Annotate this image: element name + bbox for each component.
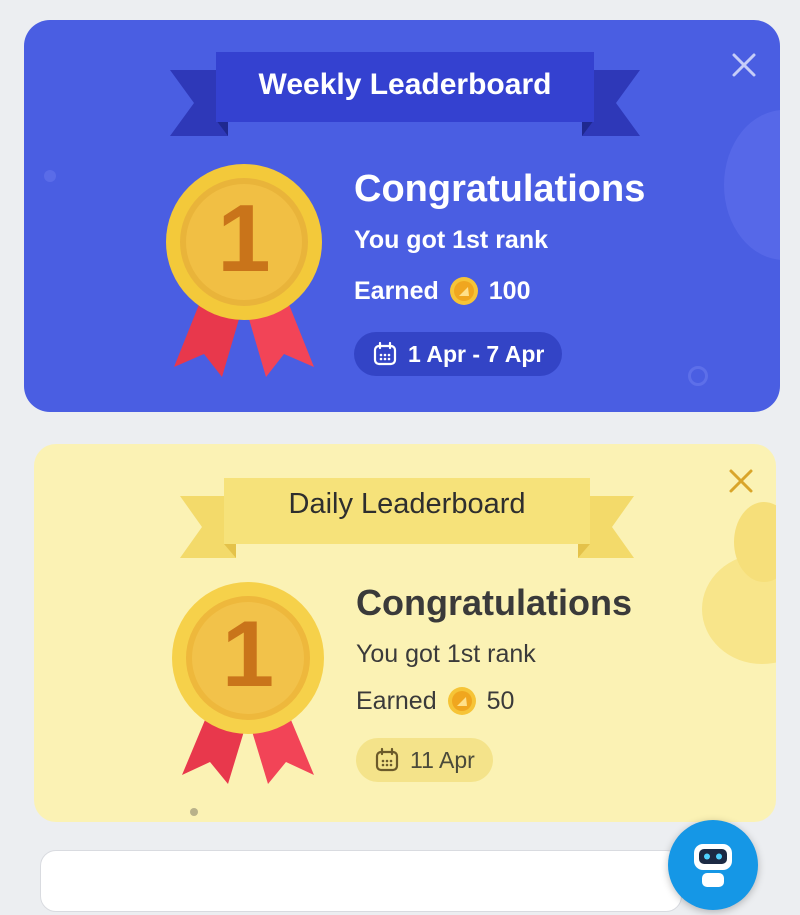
gold-medal-icon: 1 [168,580,328,788]
weekly-medal-rank: 1 [217,185,271,292]
weekly-earned-points: 100 [488,276,531,305]
decor-dot [44,170,56,182]
daily-date-pill: 11 Apr [356,738,493,782]
decor-balloon [724,110,780,260]
gold-medal-icon: 1 [164,162,324,382]
coin-icon [447,687,476,715]
weekly-banner-title: Weekly Leaderboard [258,68,552,101]
daily-earned-row: Earned 50 [356,686,514,716]
daily-banner-title: Daily Leaderboard [288,488,526,520]
next-card-partial [40,850,682,912]
decor-dot [190,808,198,816]
weekly-leaderboard-card: Weekly Leaderboard 1 Congratulations You… [24,20,780,412]
assistant-button[interactable] [668,820,758,910]
daily-banner: Daily Leaderboard [180,474,634,560]
weekly-rank-text: You got 1st rank [354,226,549,254]
weekly-banner: Weekly Leaderboard [170,48,640,140]
robot-assistant-icon [694,844,732,887]
coin-icon [449,277,478,305]
decor-ring [688,366,708,386]
close-icon [729,469,753,493]
weekly-close-button[interactable] [731,52,757,84]
daily-medal-rank: 1 [221,601,275,706]
weekly-earned-row: Earned 100 [354,276,530,306]
decor-balloon [734,502,776,582]
weekly-date-range: 1 Apr - 7 Apr [408,340,545,367]
weekly-date-pill: 1 Apr - 7 Apr [354,332,563,376]
weekly-heading: Congratulations [354,168,646,210]
daily-heading: Congratulations [356,582,632,623]
decor-balloon [702,554,776,664]
daily-earned-label: Earned [356,686,437,715]
daily-date: 11 Apr [410,746,475,773]
calendar-icon [375,747,399,772]
close-icon [732,53,756,77]
daily-close-button[interactable] [728,468,754,500]
daily-leaderboard-card: Daily Leaderboard 1 Congratulations You … [34,444,776,822]
daily-earned-points: 50 [486,686,515,715]
daily-rank-text: You got 1st rank [356,640,536,668]
weekly-earned-label: Earned [354,276,439,305]
calendar-icon [373,341,397,366]
